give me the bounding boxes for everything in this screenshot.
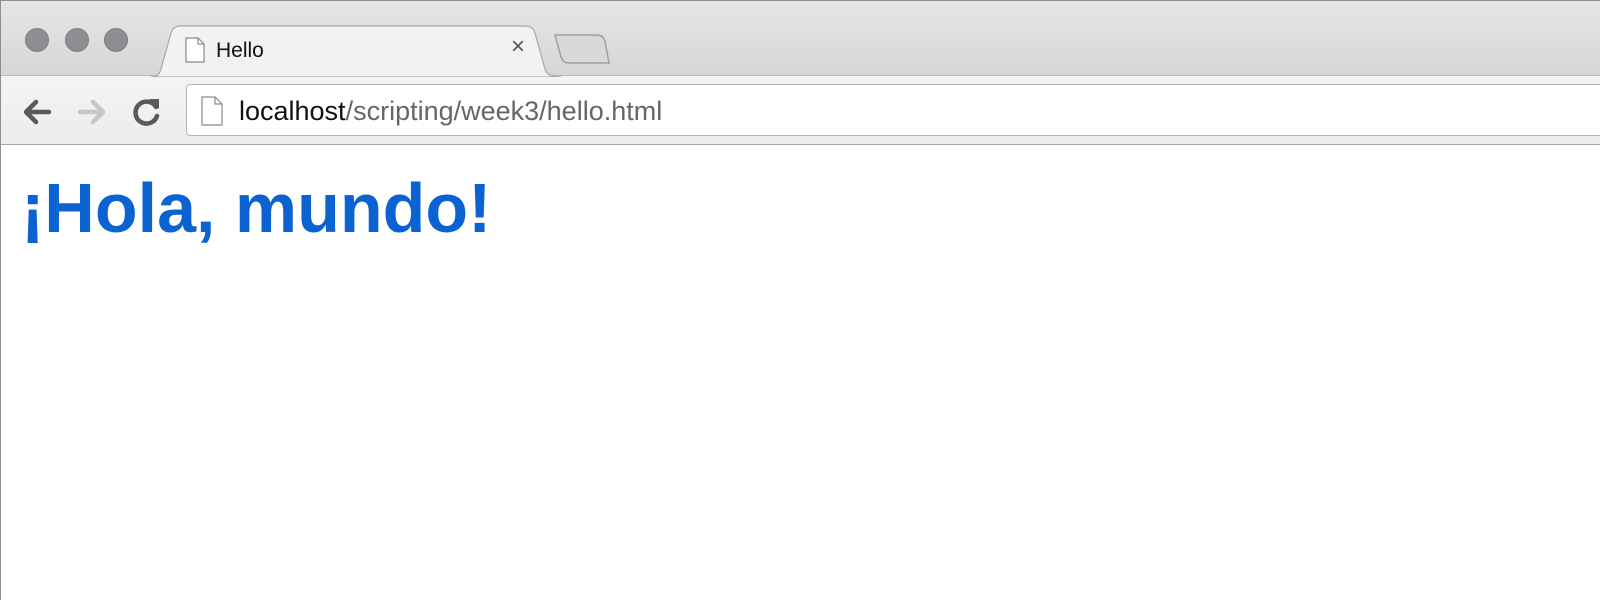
url-path: /scripting/week3/hello.html	[345, 96, 663, 126]
zoom-window-button[interactable]	[104, 28, 128, 52]
page-content: ¡Hola, mundo!	[1, 146, 1600, 600]
arrow-left-icon	[23, 99, 52, 125]
close-tab-icon[interactable]: ×	[506, 35, 530, 59]
url-text[interactable]: localhost/scripting/week3/hello.html	[239, 96, 662, 127]
url-host: localhost	[239, 96, 346, 126]
arrow-right-icon	[77, 99, 106, 125]
document-icon	[185, 37, 205, 68]
tab-strip: Hello ×	[1, 1, 1600, 77]
forward-button[interactable]	[76, 96, 108, 128]
new-tab-button[interactable]	[553, 33, 613, 72]
page-icon	[201, 96, 223, 131]
back-button[interactable]	[21, 96, 53, 128]
browser-toolbar: localhost/scripting/week3/hello.html	[1, 75, 1600, 145]
reload-icon	[133, 99, 160, 126]
page-heading: ¡Hola, mundo!	[21, 169, 492, 247]
tab-title: Hello	[216, 39, 264, 62]
minimize-window-button[interactable]	[65, 28, 89, 52]
address-bar[interactable]: localhost/scripting/week3/hello.html	[186, 84, 1600, 136]
tab-hello[interactable]: Hello ×	[151, 25, 561, 77]
close-window-button[interactable]	[25, 28, 49, 52]
reload-button[interactable]	[131, 96, 163, 128]
browser-window: Hello × localhost/scripting/week3/hello.…	[0, 0, 1600, 600]
